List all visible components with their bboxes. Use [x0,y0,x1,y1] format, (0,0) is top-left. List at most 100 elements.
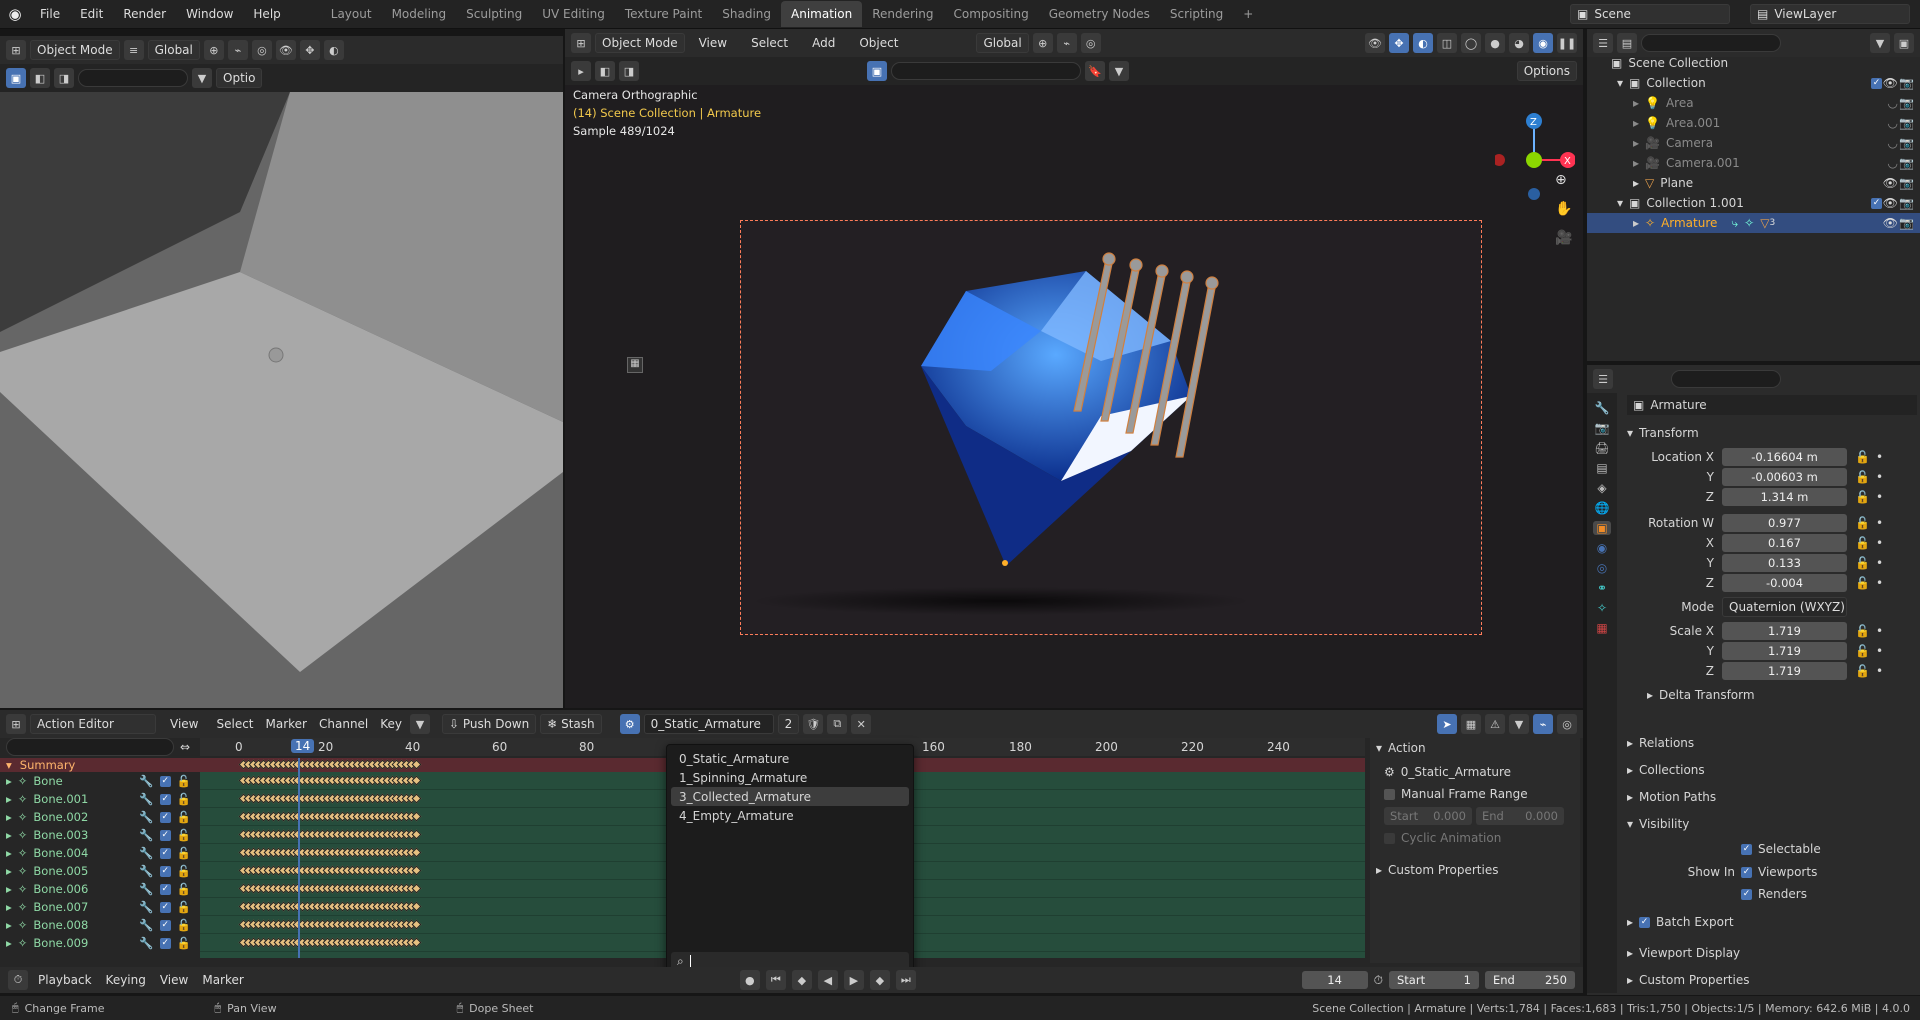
expand-icon[interactable]: ▸ [6,864,12,878]
keyframe[interactable] [411,847,422,858]
camera-view-icon[interactable]: 🎥 [1555,230,1572,246]
new-collection-icon[interactable]: ▣ [1894,33,1914,53]
range-start-field[interactable]: Start 0.000 [1384,807,1472,825]
pan-hand-icon[interactable]: ✋ [1555,201,1572,217]
bone-channel[interactable]: ▸ ✧ Bone.003 🔧 ✓ 🔓 [0,826,200,844]
menu-render[interactable]: Render [113,7,176,21]
lock-icon[interactable]: 🔓 [1855,624,1870,638]
ae-menu-marker[interactable]: Marker [262,717,311,731]
batch-export-panel[interactable]: ▸ ✓ Batch Export [1627,905,1917,939]
eye-closed-icon[interactable]: ◡ [1888,96,1898,110]
viewports-checkbox[interactable]: ✓ [1741,866,1752,878]
keyframe-dot-icon[interactable]: • [1876,576,1883,590]
select-mode-icon[interactable]: ◧ [595,61,615,81]
bone-channel[interactable]: ▸ ✧ Bone 🔧 ✓ 🔓 [0,772,200,790]
filter-icon[interactable]: ▼ [1870,33,1890,53]
wrench-icon[interactable]: 🔧 [139,882,153,896]
motion-paths-panel[interactable]: ▸ Motion Paths [1627,783,1917,810]
bone-channel[interactable]: ▸ ✧ Bone.001 🔧 ✓ 🔓 [0,790,200,808]
scale-y-field[interactable]: 1.719 [1722,642,1847,660]
outliner-row-camera-001[interactable]: ▸ 🎥 Camera.001 ◡ 📷 [1587,153,1920,173]
bone-channel[interactable]: ▸ ✧ Bone.005 🔧 ✓ 🔓 [0,862,200,880]
visibility-panel-header[interactable]: ▾ Visibility [1627,810,1917,837]
wrench-icon[interactable]: 🔧 [139,900,153,914]
action-users-count[interactable]: 2 [777,714,800,734]
play-reverse-icon[interactable]: ◀ [817,970,838,990]
keyframe-dot-icon[interactable]: • [1876,490,1883,504]
renders-row[interactable]: ✓ Renders [1627,883,1917,905]
outliner-row-area[interactable]: ▸ 💡 Area ◡ 📷 [1587,93,1920,113]
camera-render-icon[interactable]: 📷 [1899,136,1914,150]
keyframe-dot-icon[interactable]: • [1876,624,1883,638]
camera-render-icon[interactable]: 📷 [1899,96,1914,110]
ae-menu-key[interactable]: Key [376,717,406,731]
tab-compositing[interactable]: Compositing [943,1,1038,27]
eye-closed-icon[interactable]: ◡ [1888,136,1898,150]
object-name-field[interactable]: ▣ Armature [1627,395,1917,415]
expand-icon[interactable]: ▸ [6,918,12,932]
eye-icon[interactable]: 👁 [1883,216,1898,230]
camera-render-icon[interactable]: 📷 [1899,156,1914,170]
physics-tab-icon[interactable]: ◎ [1597,561,1607,575]
channel-enable-checkbox[interactable]: ✓ [159,865,171,877]
keyframe[interactable] [411,793,422,804]
rotation-x-field[interactable]: 0.167 [1722,534,1847,552]
show-hidden-icon[interactable]: ▦ [1461,714,1481,734]
gizmo-toggle-icon[interactable]: ✥ [1389,33,1409,53]
stopwatch-icon[interactable]: ⏱ [1374,973,1383,988]
viewport-options-button[interactable]: Options [1516,61,1577,81]
rotation-w-field[interactable]: 0.977 [1722,514,1847,532]
shading-wireframe-icon[interactable]: ◯ [1461,33,1481,53]
expand-icon[interactable]: ▾ [1617,76,1629,90]
eye-icon[interactable]: 👁 [1883,76,1898,90]
cyclic-checkbox[interactable] [1384,832,1395,844]
expand-icon[interactable]: ▸ [1633,156,1645,170]
lock-icon[interactable]: 🔓 [177,918,191,932]
channel-enable-checkbox[interactable]: ✓ [159,937,171,949]
snap-icon[interactable]: ⌁ [227,40,248,60]
rotation-y-field[interactable]: 0.133 [1722,554,1847,572]
bone-channel[interactable]: ▸ ✧ Bone.007 🔧 ✓ 🔓 [0,898,200,916]
world-tab-icon[interactable]: 🌐 [1595,501,1610,515]
viewport-display-panel[interactable]: ▸ Viewport Display [1627,939,1917,966]
lock-icon[interactable]: 🔓 [1855,470,1870,484]
keyframe[interactable] [411,759,422,770]
expand-icon[interactable]: ▸ [1633,116,1645,130]
action-panel-header[interactable]: ▾ Action [1370,738,1580,758]
outliner-row-area-001[interactable]: ▸ 💡 Area.001 ◡ 📷 [1587,113,1920,133]
outliner-row-plane[interactable]: ▸ ▽ Plane 👁 📷 [1587,173,1920,193]
viewport-menu-add[interactable]: Add [802,36,845,50]
select-mode-icon[interactable]: ◧ [30,68,50,88]
lock-icon[interactable]: 🔓 [177,882,191,896]
current-frame-field[interactable]: 14 [1301,971,1368,989]
main-viewport[interactable]: ⊞ Object Mode View Select Add Object Glo… [565,29,1583,708]
expand-icon[interactable]: ▾ [1617,196,1629,210]
outliner-row-collection-1-001[interactable]: ▾ ▣ Collection 1.001 ✓ 👁 📷 [1587,193,1920,213]
tab-rendering[interactable]: Rendering [862,1,943,27]
lock-icon[interactable]: 🔓 [1855,664,1870,678]
lock-icon[interactable]: 🔓 [1855,536,1870,550]
zoom-icon[interactable]: ⊕ [1555,172,1567,188]
scene-tab-icon[interactable]: ◈ [1597,481,1606,495]
camera-render-icon[interactable]: 📷 [1899,176,1914,190]
render-region-icon[interactable]: ▦ [627,357,643,373]
blender-logo-icon[interactable]: ◉ [0,5,30,23]
snap-icon[interactable]: ⌁ [1056,33,1077,53]
tab-animation[interactable]: Animation [781,1,863,27]
editor-type-icon[interactable]: ☰ [1593,369,1613,389]
tab-layout[interactable]: Layout [321,1,382,27]
ae-menu-channel[interactable]: Channel [315,717,372,731]
tab-sculpting[interactable]: Sculpting [456,1,532,27]
shading-solid-icon[interactable]: ● [1485,33,1505,53]
bookmark-icon[interactable]: 🔖 [1085,61,1105,81]
channel-search-input[interactable] [6,738,174,756]
object-type-filter-icon[interactable]: ▣ [867,61,887,81]
channel-enable-checkbox[interactable]: ✓ [159,847,171,859]
wrench-icon[interactable]: 🔧 [139,792,153,806]
playhead[interactable] [298,758,300,958]
keyframe-dot-icon[interactable]: • [1876,556,1883,570]
outliner-row-armature[interactable]: ▸ ✧ Armature ⤷ ✧ ▽ 3 👁 📷 [1587,213,1920,233]
action-editor-mode-select[interactable]: Action Editor [30,714,156,734]
play-icon[interactable]: ▶ [843,970,864,990]
editor-type-icon[interactable]: ⊞ [6,40,26,60]
